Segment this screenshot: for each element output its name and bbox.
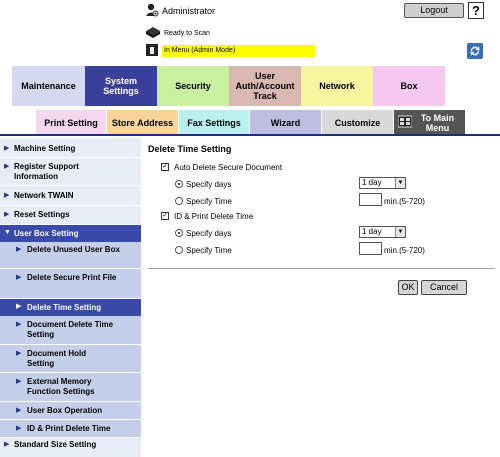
tab-network[interactable]: Network — [301, 66, 373, 106]
id-print-specify-days-radio[interactable] — [175, 229, 183, 237]
arrow-right-icon: ▶ — [16, 303, 22, 310]
user-icon — [146, 3, 159, 17]
to-main-menu-label: To Main Menu — [420, 112, 455, 133]
specify-days-label: Specify days — [186, 180, 232, 189]
refresh-icon[interactable] — [467, 43, 483, 59]
arrow-right-icon: ▶ — [16, 378, 22, 385]
sidebar-item-document-delete-time-setting[interactable]: ▶ Document Delete Time Setting — [0, 316, 141, 344]
sidebar-item-id-print-delete-time[interactable]: ▶ ID & Print Delete Time — [0, 420, 141, 437]
auto-delete-checkbox[interactable]: ✓ — [161, 163, 169, 171]
page-title: Delete Time Setting — [148, 144, 232, 154]
help-button[interactable]: ? — [468, 2, 484, 19]
mode-indicator: In Menu (Admin Mode) — [162, 45, 315, 57]
auto-delete-time-input[interactable] — [359, 193, 382, 206]
sidebar-item-label: Delete Time Setting — [27, 303, 102, 312]
logout-button[interactable]: Logout — [404, 3, 464, 18]
scanner-icon — [146, 27, 160, 38]
sidebar-item-external-memory[interactable]: ▶ External Memory Function Settings — [0, 373, 141, 401]
divider — [0, 437, 141, 438]
arrow-right-icon: ▶ — [4, 192, 10, 199]
time-range-hint: min.(5-720) — [384, 197, 425, 206]
sidebar-item-register-support[interactable]: ▶ Register Support Information — [0, 162, 141, 186]
user-name: Administrator — [162, 6, 216, 16]
arrow-right-icon: ▶ — [4, 163, 10, 170]
sidebar-item-user-box-operation[interactable]: ▶ User Box Operation — [0, 402, 141, 419]
subtab-wizard[interactable]: Wizard — [250, 110, 321, 135]
chevron-down-icon: ▼ — [395, 178, 405, 188]
divider — [148, 268, 494, 269]
sidebar: ▶ Machine Setting ▶ Register Support Inf… — [0, 138, 141, 457]
tab-box[interactable]: Box — [373, 66, 445, 106]
main-menu-icon — [398, 115, 412, 128]
tab-security[interactable]: Security — [157, 66, 229, 106]
specify-time-label: Specify Time — [186, 246, 232, 255]
auto-delete-specify-days-radio[interactable] — [175, 180, 183, 188]
divider — [0, 157, 141, 158]
sidebar-item-label: External Memory Function Settings — [27, 377, 95, 396]
subtab-fax-settings[interactable]: Fax Settings — [179, 110, 249, 135]
header-divider — [0, 134, 500, 136]
sidebar-item-machine-setting[interactable]: ▶ Machine Setting — [0, 144, 141, 158]
cancel-button[interactable]: Cancel — [421, 280, 467, 295]
arrow-right-icon: ▶ — [16, 350, 22, 357]
select-value: 1 day — [362, 178, 382, 187]
tab-user-auth[interactable]: User Auth/Account Track — [229, 66, 301, 106]
arrow-right-icon: ▶ — [4, 441, 10, 448]
tab-system-settings[interactable]: System Settings — [85, 66, 157, 106]
arrow-down-icon: ▼ — [4, 229, 11, 236]
tab-maintenance[interactable]: Maintenance — [12, 66, 85, 106]
sidebar-item-label: Machine Setting — [14, 144, 76, 153]
specify-time-label: Specify Time — [186, 197, 232, 206]
sidebar-item-delete-unused-user-box[interactable]: ▶ Delete Unused User Box — [0, 242, 141, 268]
sidebar-item-label: Standard Size Setting — [14, 440, 97, 449]
sidebar-item-label: Delete Unused User Box — [27, 245, 120, 254]
specify-days-label: Specify days — [186, 229, 232, 238]
arrow-right-icon: ▶ — [4, 211, 10, 218]
sidebar-item-label: Delete Secure Print File — [27, 273, 117, 282]
arrow-right-icon: ▶ — [16, 274, 22, 281]
sidebar-item-delete-time-setting[interactable]: ▶ Delete Time Setting — [0, 299, 141, 316]
sidebar-item-label: Document Delete Time Setting — [27, 320, 114, 339]
sidebar-item-network-twain[interactable]: ▶ Network TWAIN — [0, 191, 141, 205]
sidebar-item-reset-settings[interactable]: ▶ Reset Settings — [0, 210, 141, 224]
arrow-right-icon: ▶ — [4, 145, 10, 152]
select-value: 1 day — [362, 227, 382, 236]
time-range-hint: min.(5-720) — [384, 246, 425, 255]
id-print-delete-checkbox[interactable]: ✓ — [161, 212, 169, 220]
ok-button[interactable]: OK — [398, 280, 418, 295]
sidebar-item-label: User Box Setting — [14, 229, 79, 238]
arrow-right-icon: ▶ — [16, 407, 22, 414]
arrow-right-icon: ▶ — [16, 246, 22, 253]
sidebar-item-document-hold-setting[interactable]: ▶ Document Hold Setting — [0, 345, 141, 372]
id-print-time-input[interactable] — [359, 242, 382, 255]
status-text: Ready to Scan — [164, 30, 210, 37]
sidebar-item-user-box-setting[interactable]: ▼ User Box Setting — [0, 225, 141, 242]
sidebar-item-standard-size-setting[interactable]: ▶ Standard Size Setting — [0, 440, 141, 454]
sidebar-item-delete-secure-print-file[interactable]: ▶ Delete Secure Print File — [0, 269, 141, 298]
to-main-menu-button[interactable]: To Main Menu — [394, 110, 465, 135]
sidebar-item-label: Network TWAIN — [14, 191, 74, 200]
sidebar-item-label: User Box Operation — [27, 406, 103, 415]
sidebar-item-label: ID & Print Delete Time — [27, 424, 111, 433]
auto-delete-days-select[interactable]: 1 day ▼ — [359, 177, 406, 189]
sidebar-item-label: Document Hold Setting — [27, 349, 87, 368]
divider — [0, 185, 141, 186]
arrow-right-icon: ▶ — [16, 321, 22, 328]
sidebar-item-label: Register Support Information — [14, 162, 79, 181]
subtab-store-address[interactable]: Store Address — [107, 110, 178, 135]
id-print-delete-label: ID & Print Delete Time — [174, 212, 254, 221]
id-print-specify-time-radio[interactable] — [175, 246, 183, 254]
auto-delete-specify-time-radio[interactable] — [175, 197, 183, 205]
divider — [0, 205, 141, 206]
mode-icon — [146, 44, 158, 56]
subtab-print-setting[interactable]: Print Setting — [36, 110, 106, 135]
sidebar-item-label: Reset Settings — [14, 210, 70, 219]
subtab-customize[interactable]: Customize — [322, 110, 393, 135]
chevron-down-icon: ▼ — [395, 227, 405, 237]
arrow-right-icon: ▶ — [16, 425, 22, 432]
auto-delete-label: Auto Delete Secure Document — [174, 163, 283, 172]
id-print-days-select[interactable]: 1 day ▼ — [359, 226, 406, 238]
